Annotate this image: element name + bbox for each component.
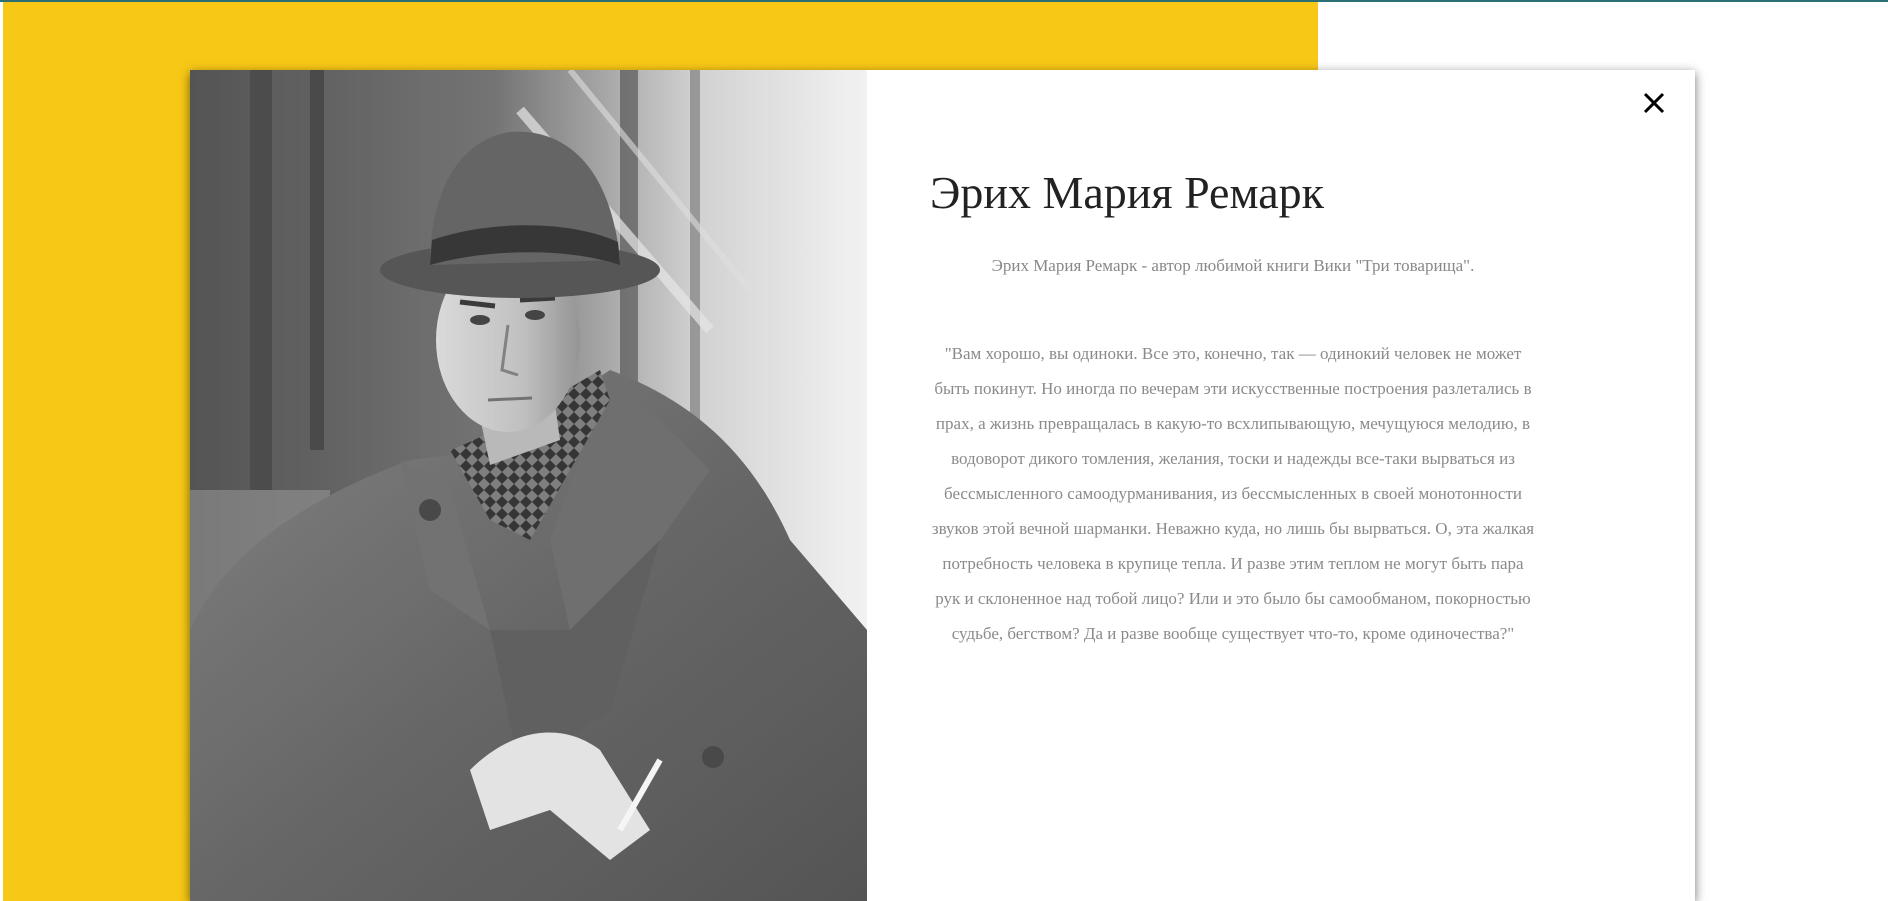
author-photo bbox=[190, 70, 867, 901]
author-subtitle: Эрих Мария Ремарк - автор любимой книги … bbox=[991, 256, 1475, 275]
page: Эрих Мария Ремарк Эрих Мария Ремарк - ав… bbox=[0, 0, 1888, 901]
author-info: Эрих Мария Ремарк Эрих Мария Ремарк - ав… bbox=[930, 166, 1536, 651]
author-quote: "Вам хорошо, вы одиноки. Все это, конечн… bbox=[931, 344, 1535, 643]
author-name-title: Эрих Мария Ремарк bbox=[930, 167, 1325, 218]
close-button[interactable] bbox=[1639, 88, 1669, 118]
author-modal: Эрих Мария Ремарк Эрих Мария Ремарк - ав… bbox=[190, 70, 1695, 901]
close-icon bbox=[1643, 92, 1665, 114]
